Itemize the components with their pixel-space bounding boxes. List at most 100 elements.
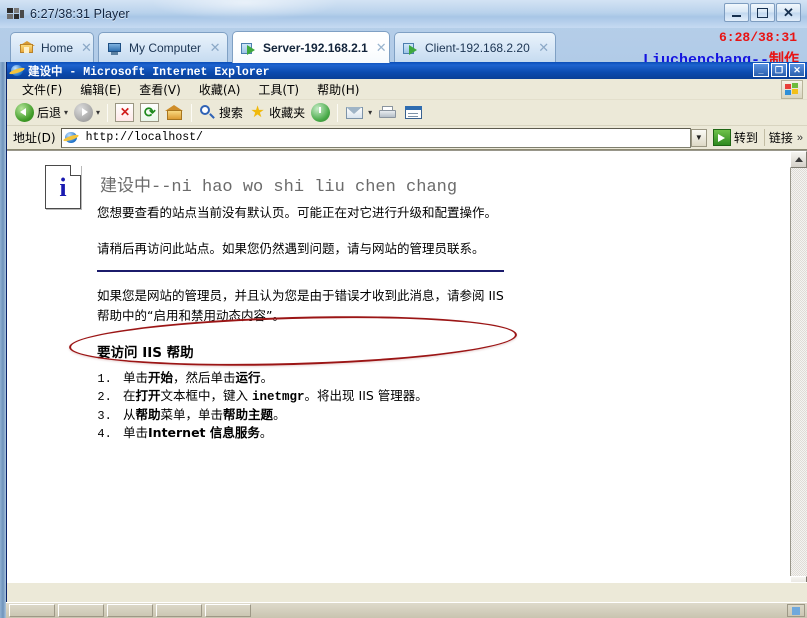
tab-label: Client-192.168.2.20 bbox=[425, 40, 530, 55]
ie-title-text: 建设中 - Microsoft Internet Explorer bbox=[28, 65, 270, 79]
player-maximize-button[interactable] bbox=[750, 3, 775, 22]
stop-icon bbox=[115, 103, 135, 122]
menu-file[interactable]: 文件(F) bbox=[13, 79, 71, 100]
menu-edit[interactable]: 编辑(E) bbox=[71, 79, 130, 100]
step-text: 。 bbox=[259, 424, 273, 440]
tab-client[interactable]: Client-192.168.2.20 ✕ bbox=[394, 32, 556, 62]
tab-my-computer[interactable]: My Computer ✕ bbox=[98, 32, 228, 62]
ie-minimize-button[interactable]: _ bbox=[753, 63, 769, 77]
step-bold: 开始 bbox=[148, 370, 174, 385]
page-paragraph-3-line2: 帮助中的“启用和禁用动态内容”。 bbox=[97, 308, 285, 323]
page-paragraph-2: 请稍后再访问此站点。如果您仍然遇到问题，请与网站的管理员联系。 bbox=[97, 241, 485, 256]
favorites-button[interactable]: ★ 收藏夹 bbox=[246, 102, 308, 124]
print-button[interactable] bbox=[375, 102, 401, 124]
page-paragraph-3-line1: 如果您是网站的管理员，并且认为您是由于错误才收到此消息，请参阅 IIS bbox=[97, 288, 504, 303]
step-bold: 运行 bbox=[235, 370, 261, 385]
back-arrow-icon bbox=[15, 103, 34, 122]
information-glyph: i bbox=[59, 173, 67, 202]
tray-icon[interactable] bbox=[792, 606, 800, 615]
taskbar-button[interactable] bbox=[107, 604, 153, 617]
mail-button[interactable]: ▾ bbox=[342, 102, 375, 124]
guest-taskbar[interactable] bbox=[6, 602, 807, 618]
step-text: 文本框中，键入 bbox=[160, 387, 253, 403]
information-icon: i bbox=[45, 165, 81, 209]
list-item: 单击Internet 信息服务。 bbox=[119, 424, 428, 442]
step-bold: Internet 信息服务 bbox=[148, 424, 260, 440]
go-arrow-icon bbox=[712, 129, 731, 146]
ie-window-controls: _ ❐ ✕ bbox=[753, 63, 805, 77]
ie-title-bar: 建设中 - Microsoft Internet Explorer _ ❐ ✕ bbox=[7, 62, 807, 79]
tab-close-icon[interactable]: ✕ bbox=[376, 40, 387, 56]
steps-list: 单击开始，然后单击运行。 在打开文本框中，键入 inetmgr。将出现 IIS … bbox=[119, 369, 428, 441]
tab-close-icon[interactable]: ✕ bbox=[538, 40, 550, 56]
mail-icon bbox=[345, 105, 365, 120]
internet-explorer-icon bbox=[62, 131, 79, 144]
favorites-button-label: 收藏夹 bbox=[269, 106, 306, 120]
search-button[interactable]: 搜索 bbox=[196, 102, 246, 124]
menu-tools[interactable]: 工具(T) bbox=[249, 79, 308, 100]
home-icon bbox=[165, 104, 184, 121]
back-button-label: 后退 bbox=[37, 106, 62, 120]
vm-client-icon bbox=[403, 41, 419, 55]
tab-label: Home bbox=[41, 40, 74, 55]
refresh-icon bbox=[140, 103, 160, 122]
forward-button[interactable]: ▾ bbox=[71, 102, 103, 124]
back-button[interactable]: 后退 ▾ bbox=[12, 102, 71, 124]
page-vertical-scrollbar[interactable] bbox=[790, 151, 807, 592]
ie-menu-bar: 文件(F) 编辑(E) 查看(V) 收藏(A) 工具(T) 帮助(H) bbox=[7, 79, 807, 100]
player-title-bar: 6:27/38:31 Player ✕ bbox=[0, 0, 807, 28]
search-icon bbox=[199, 104, 216, 121]
tab-close-icon[interactable]: ✕ bbox=[81, 40, 92, 56]
links-button[interactable]: 链接 » bbox=[763, 129, 807, 146]
page-content: i 建设中--ni hao wo shi liu chen chang 您想要查… bbox=[7, 151, 790, 592]
step-text: 单击 bbox=[123, 424, 149, 440]
edit-button[interactable] bbox=[401, 102, 427, 124]
scroll-up-button[interactable] bbox=[790, 151, 807, 168]
taskbar-system-tray[interactable] bbox=[787, 604, 805, 617]
address-dropdown-icon[interactable]: ▼ bbox=[690, 128, 707, 147]
tab-close-icon[interactable]: ✕ bbox=[209, 40, 221, 56]
menu-help[interactable]: 帮助(H) bbox=[308, 79, 368, 100]
taskbar-button[interactable] bbox=[9, 604, 55, 617]
step-text: 。 bbox=[260, 370, 274, 385]
player-close-button[interactable]: ✕ bbox=[776, 3, 801, 22]
monitor-icon bbox=[107, 41, 123, 55]
step-text: 菜单，单击 bbox=[160, 407, 224, 422]
stop-button[interactable] bbox=[112, 102, 137, 124]
player-window-controls: ✕ bbox=[724, 3, 801, 22]
menu-view[interactable]: 查看(V) bbox=[130, 79, 190, 100]
windows-flag-icon[interactable] bbox=[781, 80, 803, 99]
guest-vm-screen[interactable]: 建设中 - Microsoft Internet Explorer _ ❐ ✕ … bbox=[0, 62, 807, 618]
taskbar-button[interactable] bbox=[156, 604, 202, 617]
ie-restore-button[interactable]: ❐ bbox=[771, 63, 787, 77]
go-button[interactable]: 转到 bbox=[711, 129, 764, 146]
tab-label: Server-192.168.2.1 bbox=[263, 40, 368, 55]
step-text: 。 bbox=[273, 407, 286, 422]
address-input[interactable]: http://localhost/ bbox=[60, 127, 691, 148]
chevron-right-icon[interactable]: » bbox=[797, 132, 803, 144]
ie-close-button[interactable]: ✕ bbox=[789, 63, 805, 77]
toolbar-separator bbox=[107, 103, 109, 122]
vmware-icon bbox=[6, 5, 26, 23]
tab-home[interactable]: Home ✕ bbox=[10, 32, 94, 62]
back-dropdown-icon[interactable]: ▾ bbox=[64, 108, 68, 117]
page-paragraph-1: 您想要查看的站点当前没有默认页。可能正在对它进行升级和配置操作。 bbox=[97, 205, 498, 220]
refresh-button[interactable] bbox=[137, 102, 162, 124]
step-bold: 打开 bbox=[135, 387, 161, 403]
vmware-player-window: 6:27/38:31 Player ✕ Home ✕ My Computer ✕… bbox=[0, 0, 807, 618]
internet-explorer-window: 建设中 - Microsoft Internet Explorer _ ❐ ✕ … bbox=[6, 62, 807, 602]
mail-dropdown-icon[interactable]: ▾ bbox=[368, 108, 372, 117]
history-button[interactable] bbox=[308, 102, 333, 124]
step-bold: 帮助主题 bbox=[223, 407, 274, 422]
home-button[interactable] bbox=[162, 102, 187, 124]
taskbar-button[interactable] bbox=[58, 604, 104, 617]
step-text: ，然后单击 bbox=[173, 370, 236, 385]
player-minimize-button[interactable] bbox=[724, 3, 749, 22]
tab-server[interactable]: Server-192.168.2.1 ✕ bbox=[232, 31, 390, 63]
player-title-text: 6:27/38:31 Player bbox=[30, 7, 130, 21]
edit-icon bbox=[404, 105, 424, 121]
forward-dropdown-icon[interactable]: ▾ bbox=[96, 108, 100, 117]
menu-favorites[interactable]: 收藏(A) bbox=[190, 79, 250, 100]
taskbar-button[interactable] bbox=[205, 604, 251, 617]
address-label: 地址(D) bbox=[13, 131, 56, 145]
